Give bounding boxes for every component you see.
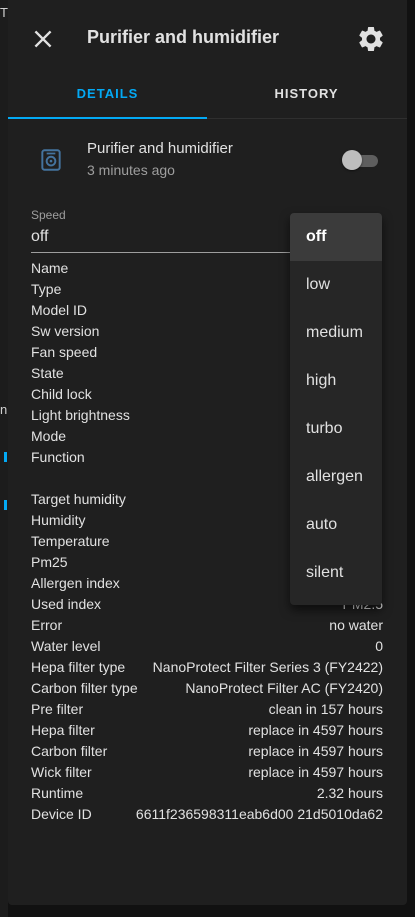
attribute-row: Pre filter clean in 157 hours <box>31 699 383 720</box>
speed-option-low[interactable]: low <box>290 261 382 309</box>
attribute-key: Fan speed <box>31 344 98 360</box>
attribute-key: Humidity <box>31 512 86 528</box>
air-purifier-icon <box>41 149 61 171</box>
attribute-key: Runtime <box>31 785 84 801</box>
attribute-key: Device ID <box>31 806 92 822</box>
dialog-header: Purifier and humidifier <box>8 0 407 76</box>
attribute-key: Carbon filter <box>31 743 108 759</box>
attribute-row: Wick filter replace in 4597 hours <box>31 762 383 783</box>
background-tab-fragment: T <box>0 5 8 20</box>
attribute-value: 0 <box>375 638 383 654</box>
attribute-row: Carbon filter type NanoProtect Filter AC … <box>31 678 383 699</box>
dialog-title: Purifier and humidifier <box>87 27 280 47</box>
tab-bar: DETAILS HISTORY <box>8 76 407 119</box>
entity-row: Purifier and humidifier 3 minutes ago <box>8 125 407 185</box>
attribute-key: Wick filter <box>31 764 92 780</box>
attribute-key: Error <box>31 617 63 633</box>
toggle-thumb <box>342 150 362 170</box>
power-toggle[interactable] <box>342 150 378 170</box>
speed-select-value: off <box>31 228 49 245</box>
speed-dropdown-menu: off low medium high turbo allergen auto silent <box>290 213 382 605</box>
speed-option-allergen[interactable]: allergen <box>290 453 382 501</box>
attribute-key: Hepa filter <box>31 722 95 738</box>
background-accent-mark <box>4 500 7 510</box>
speed-select-label: Speed <box>31 208 66 222</box>
attribute-row: Carbon filter replace in 4597 hours <box>31 741 383 762</box>
attribute-value: 6611f236598311eab6d00 21d5010da62 <box>135 806 383 822</box>
attribute-value: replace in 4597 hours <box>248 764 383 780</box>
attribute-key: Type <box>31 281 62 297</box>
speed-option-off[interactable]: off <box>290 213 382 261</box>
attribute-key <box>31 468 43 489</box>
attribute-key: Temperature <box>31 533 110 549</box>
attribute-key: Hepa filter type <box>31 659 126 675</box>
speed-option-medium[interactable]: medium <box>290 309 382 357</box>
attribute-key: Water level <box>31 638 101 654</box>
attribute-key: Used index <box>31 596 102 612</box>
attribute-key: Light brightness <box>31 407 130 423</box>
entity-name: Purifier and humidifier <box>87 140 233 157</box>
entity-last-changed: 3 minutes ago <box>87 162 175 178</box>
attribute-key: State <box>31 365 64 381</box>
attribute-key: Child lock <box>31 386 92 402</box>
speed-option-auto[interactable]: auto <box>290 501 382 549</box>
attribute-value: clean in 157 hours <box>268 701 383 717</box>
attribute-key: Sw version <box>31 323 100 339</box>
tab-history[interactable]: HISTORY <box>207 76 406 118</box>
attribute-key: Function <box>31 449 85 465</box>
close-icon[interactable] <box>30 26 56 52</box>
attribute-value: NanoProtect Filter AC (FY2420) <box>185 680 383 696</box>
attribute-key: Mode <box>31 428 67 444</box>
tab-details[interactable]: DETAILS <box>8 76 207 119</box>
speed-option-high[interactable]: high <box>290 357 382 405</box>
attribute-key: Model ID <box>31 302 88 318</box>
attribute-key: Pm25 <box>31 554 68 570</box>
speed-select[interactable]: Speed off <box>31 200 291 253</box>
attribute-value: replace in 4597 hours <box>248 722 383 738</box>
attribute-row: Hepa filter type NanoProtect Filter Serie… <box>31 657 383 678</box>
attribute-row: Device ID 6611f236598311eab6d00 21d5010da… <box>31 804 383 825</box>
attribute-key: Pre filter <box>31 701 84 717</box>
gear-icon[interactable] <box>356 24 386 54</box>
attribute-row: Runtime 2.32 hours <box>31 783 383 804</box>
attribute-value: replace in 4597 hours <box>248 743 383 759</box>
attribute-row: Error no water <box>31 615 383 636</box>
attribute-key: Allergen index <box>31 575 120 591</box>
speed-option-turbo[interactable]: turbo <box>290 405 382 453</box>
attribute-value: no water <box>329 617 383 633</box>
attribute-key: Name <box>31 260 69 276</box>
speed-option-silent[interactable]: silent <box>290 549 382 597</box>
attribute-value: 2.32 hours <box>316 785 383 801</box>
background-accent-mark <box>4 452 7 462</box>
attribute-value: NanoProtect Filter Series 3 (FY2422) <box>152 659 383 675</box>
attribute-row: Water level 0 <box>31 636 383 657</box>
attribute-key: Target humidity <box>31 491 126 507</box>
attribute-row: Hepa filter replace in 4597 hours <box>31 720 383 741</box>
attribute-key: Carbon filter type <box>31 680 138 696</box>
